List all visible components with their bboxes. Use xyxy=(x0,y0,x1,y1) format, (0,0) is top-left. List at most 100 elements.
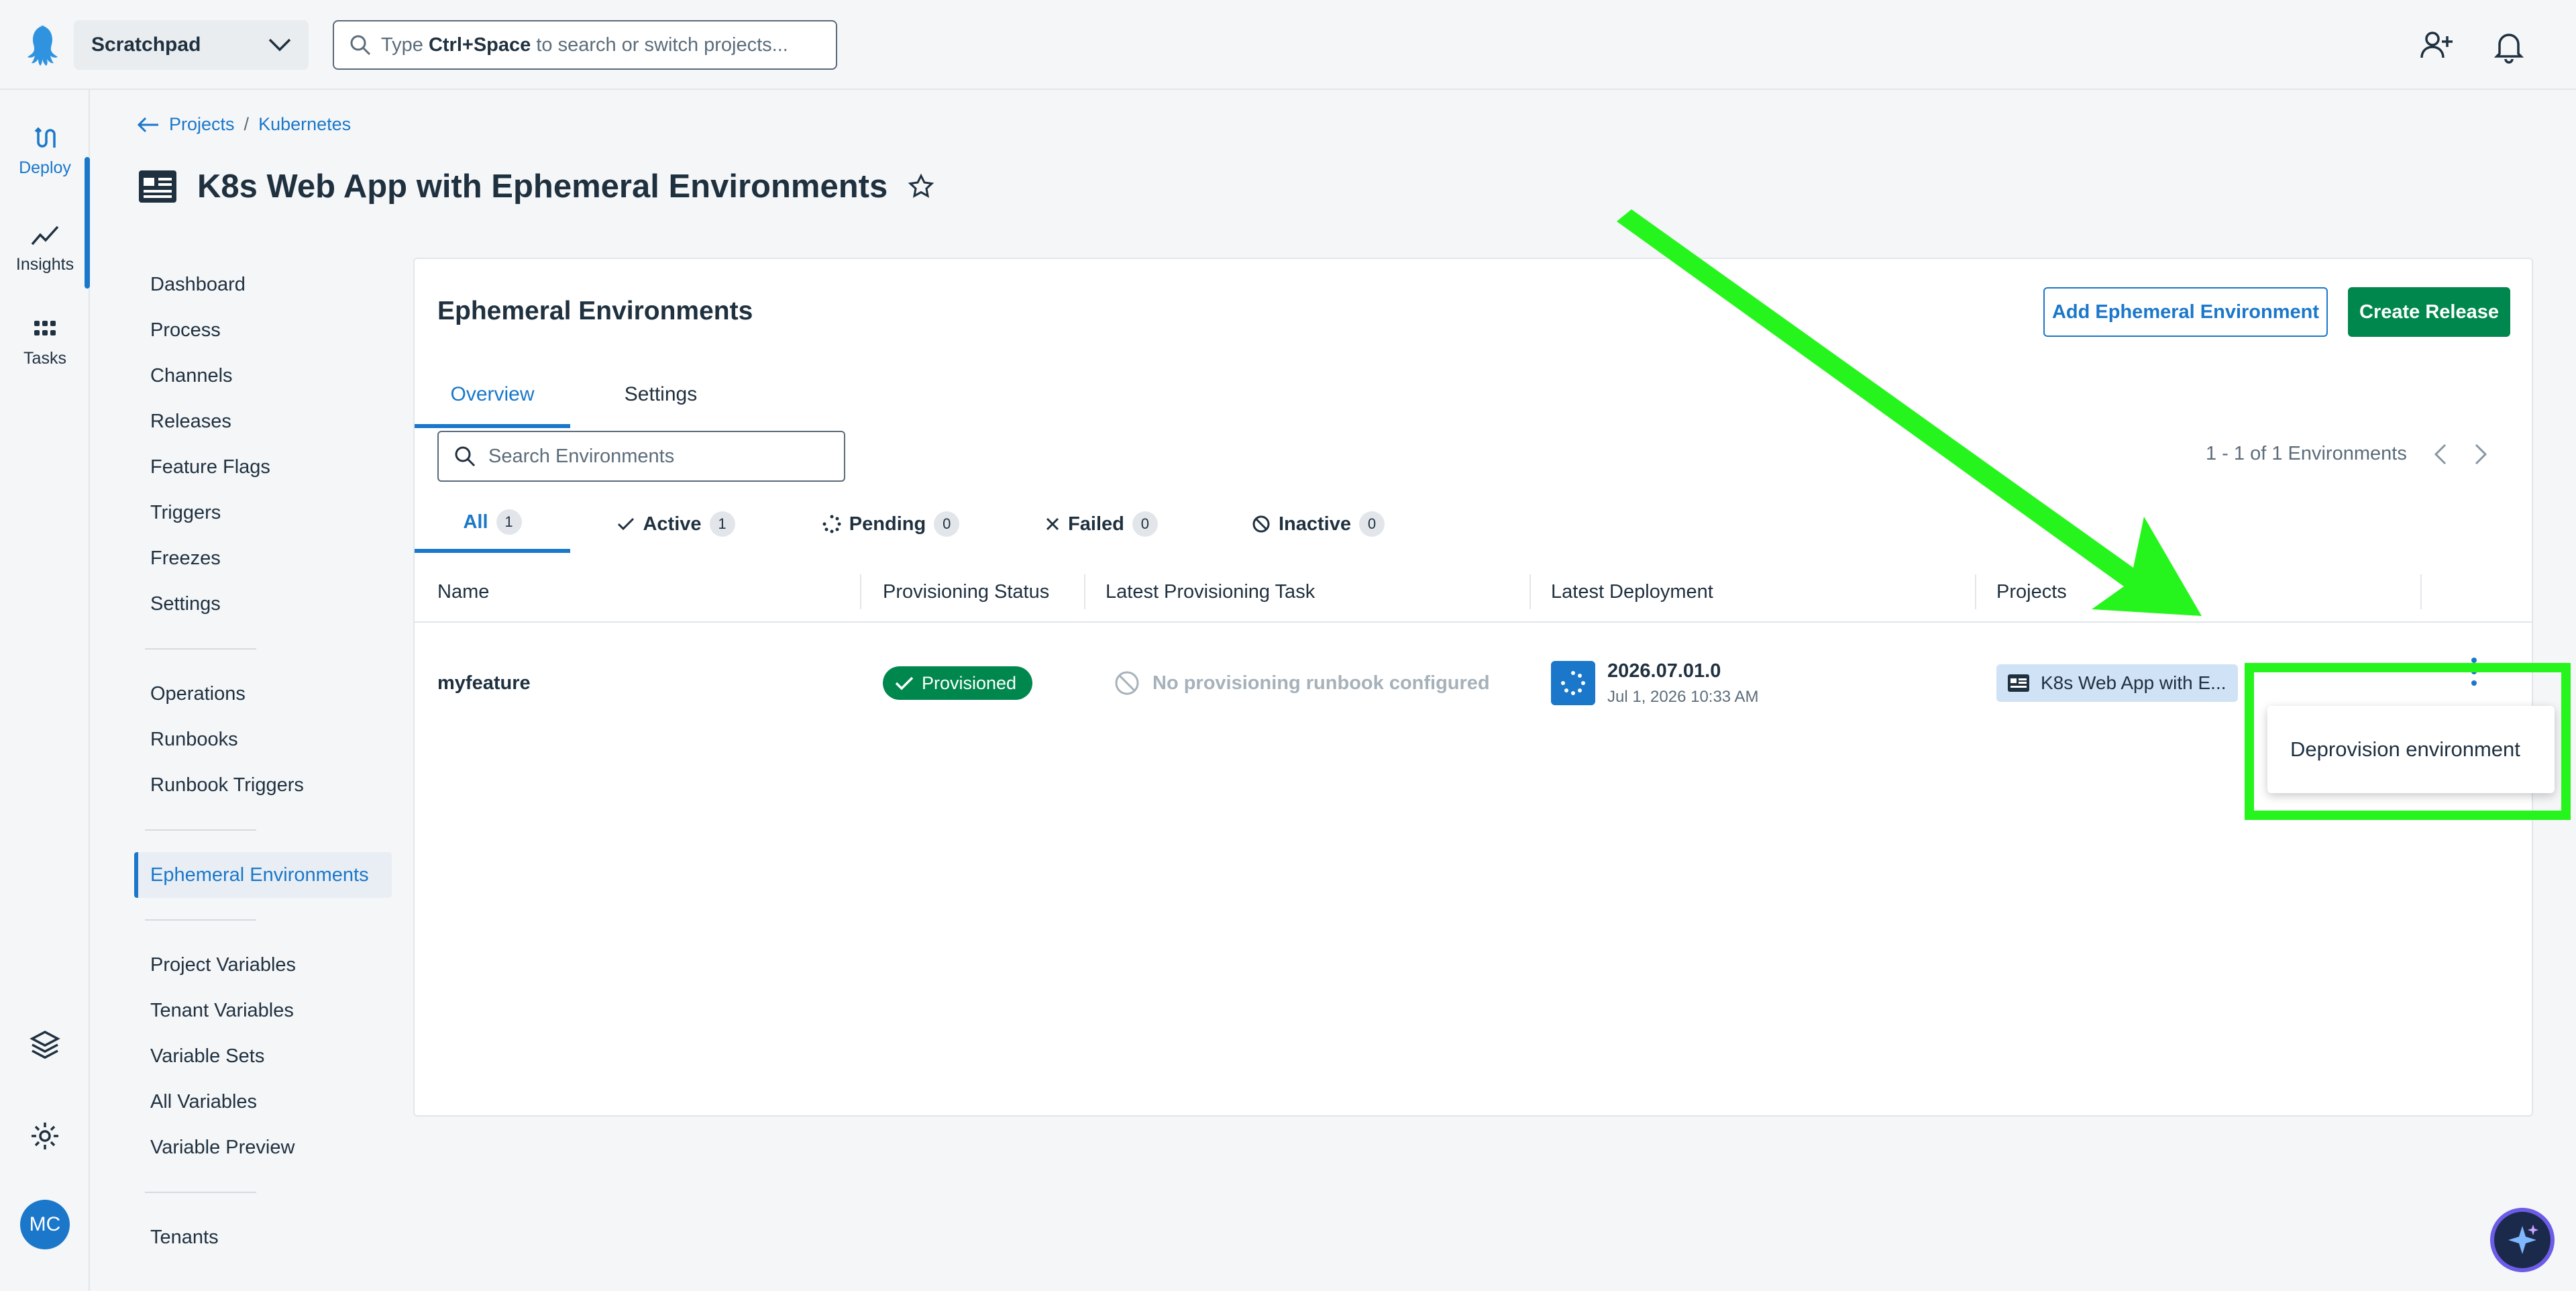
ai-assistant-button[interactable] xyxy=(2490,1208,2555,1272)
sidebar-item-project-variables[interactable]: Project Variables xyxy=(134,942,392,988)
sidebar-item-freezes[interactable]: Freezes xyxy=(134,535,392,581)
sidebar-item-tenants[interactable]: Tenants xyxy=(134,1215,392,1260)
octopus-logo-icon[interactable] xyxy=(21,20,71,70)
filter-count: 1 xyxy=(496,509,522,535)
filter-failed[interactable]: Failed 0 xyxy=(1000,495,1203,553)
breadcrumb-group-link[interactable]: Kubernetes xyxy=(258,114,351,135)
filter-label: Pending xyxy=(849,513,926,535)
avatar[interactable]: MC xyxy=(20,1200,70,1249)
create-release-button[interactable]: Create Release xyxy=(2348,287,2510,337)
search-hint-suffix: to search or switch projects... xyxy=(536,34,788,56)
add-ephemeral-environment-button[interactable]: Add Ephemeral Environment xyxy=(2043,287,2328,337)
sidebar-item-tenant-variables[interactable]: Tenant Variables xyxy=(134,988,392,1033)
project-chip[interactable]: K8s Web App with E... xyxy=(1996,664,2238,702)
table-header: Name Provisioning Status Latest Provisio… xyxy=(415,561,2532,623)
sidebar-item-all-variables[interactable]: All Variables xyxy=(134,1079,392,1125)
tab-bar: Overview Settings xyxy=(415,370,751,428)
column-divider xyxy=(1975,574,1976,609)
column-header-latest-deployment[interactable]: Latest Deployment xyxy=(1551,561,1713,623)
invite-user-icon[interactable] xyxy=(2418,27,2455,64)
sidebar-item-triggers[interactable]: Triggers xyxy=(134,490,392,535)
filter-count: 1 xyxy=(709,511,735,537)
column-divider xyxy=(860,574,861,609)
status-badge-label: Provisioned xyxy=(922,672,1017,693)
bell-icon[interactable] xyxy=(2490,27,2528,64)
filter-label: All xyxy=(463,511,488,533)
space-switcher[interactable]: Scratchpad xyxy=(74,20,309,70)
column-header-provisioning-status[interactable]: Provisioning Status xyxy=(883,561,1049,623)
filter-count: 0 xyxy=(1359,511,1385,537)
sidebar-item-channels[interactable]: Channels xyxy=(134,353,392,399)
check-icon xyxy=(895,676,914,690)
trend-line-icon xyxy=(31,225,59,246)
environment-search-input[interactable]: Search Environments xyxy=(437,431,845,482)
provisioning-status-cell: Provisioned xyxy=(883,624,1033,742)
tab-overview[interactable]: Overview xyxy=(415,370,570,428)
chevron-right-icon[interactable] xyxy=(2474,444,2487,465)
column-divider xyxy=(2420,574,2422,609)
sidebar-item-releases[interactable]: Releases xyxy=(134,399,392,444)
sidebar-item-operations[interactable]: Operations xyxy=(134,671,392,717)
gear-icon[interactable] xyxy=(30,1121,60,1151)
sidebar-item-feature-flags[interactable]: Feature Flags xyxy=(134,444,392,490)
rail-item-insights[interactable]: Insights xyxy=(0,221,90,274)
breadcrumb: Projects / Kubernetes xyxy=(137,114,351,135)
filter-label: Failed xyxy=(1068,513,1124,535)
breadcrumb-separator: / xyxy=(244,114,250,134)
rail-item-label: Tasks xyxy=(23,349,66,368)
filter-count: 0 xyxy=(1132,511,1158,537)
nav-rail: Deploy Insights Tasks MC xyxy=(0,90,90,1291)
filter-active[interactable]: Active 1 xyxy=(570,495,782,553)
sidebar-item-settings[interactable]: Settings xyxy=(134,581,392,627)
rail-item-label: Insights xyxy=(15,255,74,274)
sidebar-divider xyxy=(145,829,256,831)
filter-count: 0 xyxy=(934,511,960,537)
layers-icon[interactable] xyxy=(30,1029,60,1060)
column-header-latest-provisioning-task[interactable]: Latest Provisioning Task xyxy=(1106,561,1315,623)
provisioning-task-cell: No provisioning runbook configured xyxy=(1114,624,1490,742)
menu-item-deprovision-environment[interactable]: Deprovision environment xyxy=(2290,737,2520,762)
tab-settings[interactable]: Settings xyxy=(570,370,751,428)
search-icon xyxy=(455,446,476,467)
kebab-menu-icon[interactable] xyxy=(2467,655,2481,688)
latest-deployment-cell[interactable]: 2026.07.01.0 Jul 1, 2026 10:33 AM xyxy=(1551,624,1759,742)
environment-name[interactable]: myfeature xyxy=(437,624,531,742)
filter-inactive[interactable]: Inactive 0 xyxy=(1203,495,1433,553)
breadcrumb-projects-link[interactable]: Projects xyxy=(169,114,235,135)
sidebar-divider xyxy=(145,1192,256,1193)
close-icon xyxy=(1046,517,1059,531)
top-bar: Scratchpad Type Ctrl+Space to search or … xyxy=(0,0,2576,90)
sidebar-divider xyxy=(145,648,256,650)
sidebar-item-runbooks[interactable]: Runbooks xyxy=(134,717,392,762)
deploy-icon xyxy=(34,127,56,148)
sidebar-item-runbook-triggers[interactable]: Runbook Triggers xyxy=(134,762,392,808)
sidebar-item-process[interactable]: Process xyxy=(134,307,392,353)
deployment-status-icon xyxy=(1551,661,1595,705)
spinner-icon xyxy=(822,515,841,533)
search-placeholder: Search Environments xyxy=(488,445,675,467)
release-version[interactable]: 2026.07.01.0 xyxy=(1607,660,1759,682)
pagination: 1 - 1 of 1 Environments xyxy=(2206,443,2487,465)
filter-all[interactable]: All 1 xyxy=(415,495,570,553)
sidebar-item-variable-preview[interactable]: Variable Preview xyxy=(134,1125,392,1170)
column-divider xyxy=(1529,574,1531,609)
project-search-input[interactable]: Type Ctrl+Space to search or switch proj… xyxy=(333,20,837,70)
status-filter-tabs: All 1 Active 1 Pending 0 Failed 0 Inacti… xyxy=(415,495,1433,553)
rail-item-label: Deploy xyxy=(19,158,71,177)
chevron-left-icon[interactable] xyxy=(2434,444,2447,465)
rail-item-tasks[interactable]: Tasks xyxy=(0,315,90,368)
column-header-projects[interactable]: Projects xyxy=(1996,561,2067,623)
sidebar-item-variable-sets[interactable]: Variable Sets xyxy=(134,1033,392,1079)
project-chip-label: K8s Web App with E... xyxy=(2041,672,2226,693)
search-icon xyxy=(350,35,371,56)
release-date: Jul 1, 2026 10:33 AM xyxy=(1607,687,1759,706)
filter-pending[interactable]: Pending 0 xyxy=(782,495,1000,553)
sidebar-item-dashboard[interactable]: Dashboard xyxy=(134,262,392,307)
rail-item-deploy[interactable]: Deploy xyxy=(0,125,90,178)
sidebar-item-ephemeral-environments[interactable]: Ephemeral Environments xyxy=(134,852,392,898)
column-header-name[interactable]: Name xyxy=(437,561,489,623)
table-row[interactable]: myfeature Provisioned No provisioning ru… xyxy=(415,624,2532,742)
star-icon[interactable] xyxy=(908,173,934,200)
project-logo-icon xyxy=(2008,674,2029,692)
arrow-left-icon[interactable] xyxy=(137,116,160,134)
